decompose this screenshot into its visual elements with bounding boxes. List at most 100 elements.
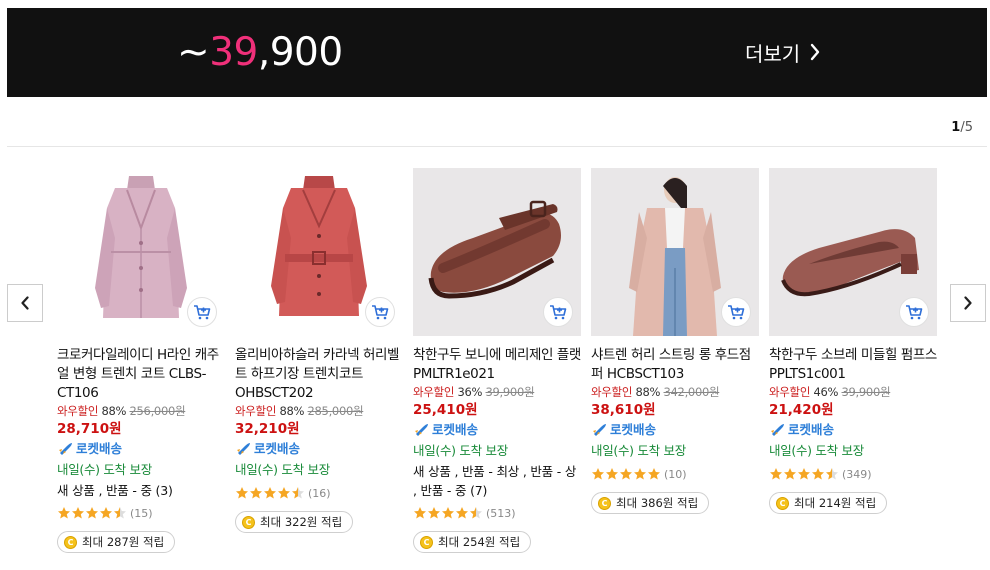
discount-label: 와우할인 xyxy=(413,385,455,399)
more-label: 더보기 xyxy=(745,41,801,66)
add-to-cart-button[interactable] xyxy=(187,297,217,327)
review-count: (349) xyxy=(842,467,872,481)
rocket-icon xyxy=(237,443,250,455)
points-label: 최대 214원 적립 xyxy=(794,496,877,510)
chevron-left-icon xyxy=(21,296,29,310)
discount-label: 와우할인 xyxy=(769,385,811,399)
discount-percent: 88% xyxy=(101,404,127,418)
product-image[interactable] xyxy=(57,168,225,336)
discount-line: 와우할인 36% 39,900원 xyxy=(413,384,581,401)
star-icon xyxy=(72,507,84,519)
add-to-cart-button[interactable] xyxy=(721,297,751,327)
points-label: 최대 386원 적립 xyxy=(616,496,699,510)
points-badge: C 최대 322원 적립 xyxy=(235,511,354,533)
sale-price: 25,410원 xyxy=(413,402,478,418)
original-price: 342,000원 xyxy=(663,385,720,399)
sale-price: 21,420원 xyxy=(769,402,834,418)
arrival-guarantee: 내일(수) 도착 보장 xyxy=(769,443,864,458)
star-rating xyxy=(235,486,305,500)
star-rating xyxy=(591,467,661,481)
product-image[interactable] xyxy=(591,168,759,336)
product-name[interactable]: 착한구두 소브레 미들힐 펌프스 PPLTS1c001 xyxy=(769,346,937,384)
rocket-label: 로켓배송 xyxy=(76,441,123,456)
pagination-indicator: 1/5 xyxy=(951,120,973,135)
coin-icon: C xyxy=(242,515,255,529)
star-rating xyxy=(769,467,839,481)
discount-percent: 88% xyxy=(635,385,661,399)
coin-icon: C xyxy=(776,496,789,510)
product-name[interactable]: 샤트렌 허리 스트링 롱 후드점퍼 HCBSCT103 xyxy=(591,346,759,384)
rocket-delivery-badge: 로켓배송 xyxy=(57,439,225,459)
price-prefix: ~ xyxy=(177,30,210,75)
points-badge: C 최대 254원 적립 xyxy=(413,531,532,553)
star-icon xyxy=(428,507,440,519)
original-price: 39,900원 xyxy=(841,385,891,399)
discount-percent: 46% xyxy=(813,385,839,399)
rocket-icon xyxy=(415,424,428,436)
product-name[interactable]: 착한구두 보니에 메리제인 플랫 PMLTR1e021 xyxy=(413,346,581,384)
product-image[interactable] xyxy=(235,168,403,336)
stock-note: 새 상품 , 반품 - 최상 , 반품 - 상 , 반품 - 중 (7) xyxy=(413,464,577,498)
add-to-cart-button[interactable] xyxy=(365,297,395,327)
chevron-right-icon xyxy=(964,296,972,310)
star-icon xyxy=(770,468,782,480)
points-badge: C 최대 386원 적립 xyxy=(591,492,710,514)
add-to-cart-button[interactable] xyxy=(543,297,573,327)
product-card[interactable]: 크로커다일레이디 H라인 캐주얼 변형 트렌치 코트 CLBS-CT106 와우… xyxy=(57,168,225,553)
star-icon xyxy=(470,507,482,519)
carousel-prev-button[interactable] xyxy=(7,284,43,322)
cart-plus-icon xyxy=(372,305,389,320)
rating: (10) xyxy=(591,465,759,483)
arrival-guarantee: 내일(수) 도착 보장 xyxy=(413,443,508,458)
discount-line: 와우할인 46% 39,900원 xyxy=(769,384,937,401)
product-image[interactable] xyxy=(413,168,581,336)
discount-line: 와우할인 88% 256,000원 xyxy=(57,403,225,420)
star-rating xyxy=(413,506,483,520)
product-name[interactable]: 올리비아하슬러 카라넥 허리벨트 하프기장 트렌치코트 OHBSCT202 xyxy=(235,346,403,403)
product-card[interactable]: 착한구두 보니에 메리제인 플랫 PMLTR1e021 와우할인 36% 39,… xyxy=(413,168,581,553)
star-icon xyxy=(606,468,618,480)
product-card[interactable]: 올리비아하슬러 카라넥 허리벨트 하프기장 트렌치코트 OHBSCT202 와우… xyxy=(235,168,403,533)
discount-label: 와우할인 xyxy=(591,385,633,399)
chevron-right-icon xyxy=(811,43,820,61)
star-icon xyxy=(86,507,98,519)
star-icon xyxy=(812,468,824,480)
original-price: 256,000원 xyxy=(129,404,186,418)
coin-icon: C xyxy=(598,496,611,510)
original-price: 39,900원 xyxy=(485,385,535,399)
coin-icon: C xyxy=(420,535,433,549)
rocket-delivery-badge: 로켓배송 xyxy=(769,420,937,440)
cart-plus-icon xyxy=(906,305,923,320)
sale-price: 38,610원 xyxy=(591,402,656,418)
discount-line: 와우할인 88% 285,000원 xyxy=(235,403,403,420)
price-rest: ,900 xyxy=(257,30,343,75)
star-icon xyxy=(826,468,838,480)
star-icon xyxy=(264,487,276,499)
cart-plus-icon xyxy=(194,305,211,320)
product-card[interactable]: 착한구두 소브레 미들힐 펌프스 PPLTS1c001 와우할인 46% 39,… xyxy=(769,168,937,514)
points-label: 최대 322원 적립 xyxy=(260,515,343,529)
points-label: 최대 254원 적립 xyxy=(438,535,521,549)
star-icon xyxy=(292,487,304,499)
price-range-title: ~39,900 xyxy=(177,8,343,97)
product-card[interactable]: 샤트렌 허리 스트링 롱 후드점퍼 HCBSCT103 와우할인 88% 342… xyxy=(591,168,759,514)
more-button[interactable]: 더보기 xyxy=(745,35,820,69)
rocket-icon xyxy=(593,424,606,436)
rocket-label: 로켓배송 xyxy=(788,422,835,437)
star-icon xyxy=(456,507,468,519)
divider xyxy=(7,146,987,147)
product-image[interactable] xyxy=(769,168,937,336)
discount-label: 와우할인 xyxy=(235,404,277,418)
page-current: 1 xyxy=(951,120,961,135)
rating: (349) xyxy=(769,465,937,483)
star-icon xyxy=(592,468,604,480)
page-total: /5 xyxy=(960,120,973,135)
product-name[interactable]: 크로커다일레이디 H라인 캐주얼 변형 트렌치 코트 CLBS-CT106 xyxy=(57,346,225,403)
star-rating xyxy=(57,506,127,520)
points-label: 최대 287원 적립 xyxy=(82,535,165,549)
stock-note: 새 상품 , 반품 - 중 (3) xyxy=(57,483,173,498)
discount-line: 와우할인 88% 342,000원 xyxy=(591,384,759,401)
rocket-icon xyxy=(59,443,72,455)
carousel-next-button[interactable] xyxy=(950,284,986,322)
add-to-cart-button[interactable] xyxy=(899,297,929,327)
